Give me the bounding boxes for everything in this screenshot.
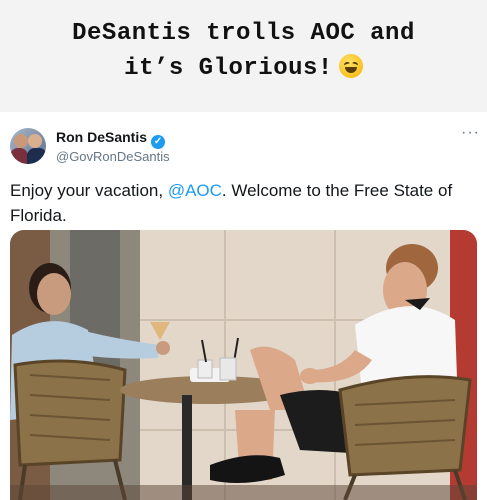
avatar[interactable] — [10, 128, 46, 164]
mention-link[interactable]: @AOC — [168, 181, 222, 200]
more-options-icon[interactable]: ··· — [461, 124, 480, 142]
verified-badge-icon: ✓ — [151, 135, 166, 149]
tweet-text: Enjoy your vacation, @AOC. Welcome to th… — [10, 178, 480, 228]
tweet-text-before: Enjoy your vacation, — [10, 181, 168, 200]
cafe-photo-illustration — [10, 230, 477, 500]
author-name[interactable]: Ron DeSantis ✓ — [56, 129, 166, 149]
caption-line-2-text: it’s Glorious! — [124, 55, 333, 82]
meme-caption: DeSantis trolls AOC and it’s Glorious! — [0, 0, 487, 112]
author-handle[interactable]: @GovRonDeSantis — [56, 149, 170, 164]
tweet-photo[interactable] — [10, 230, 477, 500]
caption-line-2: it’s Glorious! — [0, 54, 487, 82]
laughing-emoji-icon — [338, 54, 363, 78]
caption-line-1: DeSantis trolls AOC and — [72, 20, 415, 47]
tweet-card: Ron DeSantis ✓ @GovRonDeSantis ··· Enjoy … — [0, 112, 487, 500]
author-name-text[interactable]: Ron DeSantis — [56, 129, 147, 145]
